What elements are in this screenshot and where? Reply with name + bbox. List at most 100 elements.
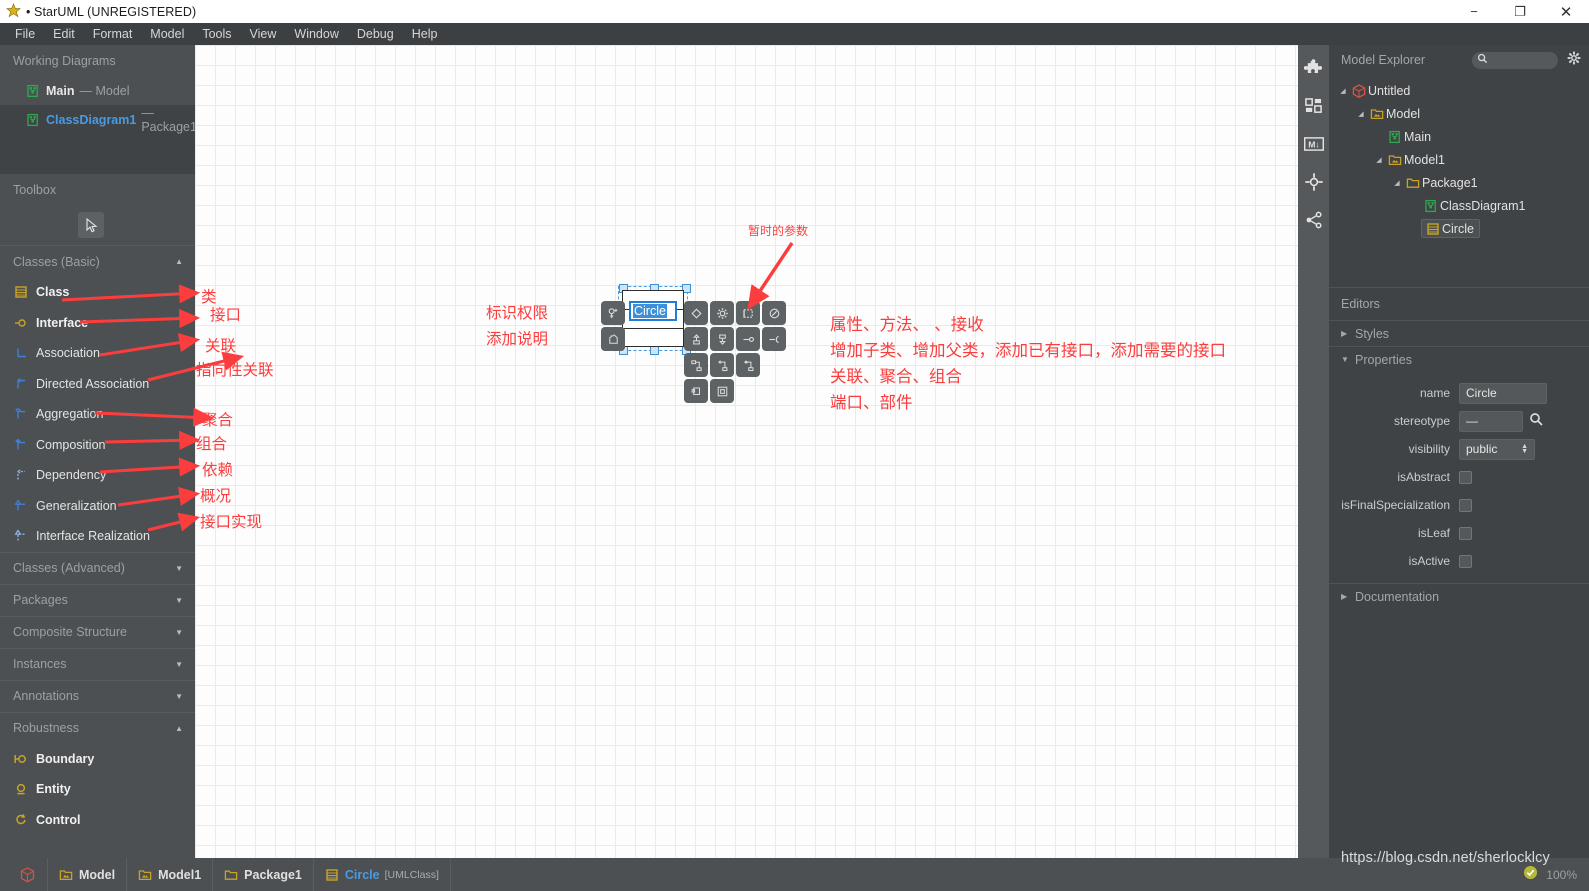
toolbox-group-annotations[interactable]: Annotations ▼ bbox=[0, 679, 195, 712]
menu-item-tools[interactable]: Tools bbox=[193, 23, 240, 45]
menu-item-file[interactable]: File bbox=[6, 23, 44, 45]
toolbox-item-label: Control bbox=[36, 812, 81, 827]
package-icon bbox=[224, 868, 238, 882]
layout-grid-icon[interactable] bbox=[1303, 95, 1325, 117]
toolbox-item-composition[interactable]: Composition bbox=[0, 430, 195, 461]
tree-node-main[interactable]: Main bbox=[1329, 125, 1589, 148]
part-icon[interactable] bbox=[710, 379, 734, 403]
tree-node-untitled[interactable]: ◢ Untitled bbox=[1329, 79, 1589, 102]
share-icon[interactable] bbox=[1303, 209, 1325, 231]
working-diagram-item-main[interactable]: Main — Model bbox=[0, 76, 195, 105]
gear-icon[interactable] bbox=[1567, 50, 1581, 70]
property-input-name[interactable]: Circle bbox=[1459, 382, 1547, 404]
tree-expand-caret[interactable]: ◢ bbox=[1391, 179, 1403, 187]
tree-expand-caret[interactable]: ◢ bbox=[1373, 156, 1385, 164]
target-icon[interactable] bbox=[1303, 171, 1325, 193]
aggregation-icon[interactable] bbox=[710, 353, 734, 377]
property-checkbox-isLeaf[interactable] bbox=[1459, 526, 1472, 540]
status-item-model1[interactable]: Model1 bbox=[127, 858, 214, 891]
toolbox-item-interface[interactable]: Interface bbox=[0, 308, 195, 339]
copy-style-icon[interactable] bbox=[762, 301, 786, 325]
status-item-package1[interactable]: Package1 bbox=[213, 858, 314, 891]
menu-item-help[interactable]: Help bbox=[403, 23, 447, 45]
property-checkbox-isFinalSpecialization[interactable] bbox=[1459, 498, 1472, 512]
subclass-icon[interactable] bbox=[684, 327, 708, 351]
toolbox-group-instances[interactable]: Instances ▼ bbox=[0, 647, 195, 680]
property-checkbox-isActive[interactable] bbox=[1459, 554, 1472, 568]
toolbox-item-entity[interactable]: Entity bbox=[0, 774, 195, 805]
toolbox-item-label: Generalization bbox=[36, 498, 117, 513]
required-interface-icon[interactable] bbox=[762, 327, 786, 351]
toolbox-group-classes-advanced-[interactable]: Classes (Advanced) ▼ bbox=[0, 551, 195, 584]
association-icon[interactable] bbox=[684, 353, 708, 377]
toolbox-item-boundary[interactable]: Boundary bbox=[0, 744, 195, 775]
menu-item-model[interactable]: Model bbox=[141, 23, 193, 45]
menu-item-format[interactable]: Format bbox=[84, 23, 142, 45]
markdown-icon[interactable]: M↓ bbox=[1303, 133, 1325, 155]
toolbox-item-control[interactable]: Control bbox=[0, 805, 195, 836]
add-attribute-icon[interactable] bbox=[601, 301, 625, 325]
menu-item-debug[interactable]: Debug bbox=[348, 23, 403, 45]
toolbox-item-aggregation[interactable]: Aggregation bbox=[0, 399, 195, 430]
window-title: • StarUML (UNREGISTERED) bbox=[26, 4, 197, 19]
menu-item-window[interactable]: Window bbox=[285, 23, 347, 45]
puzzle-icon[interactable] bbox=[1303, 57, 1325, 79]
toolbox-item-association[interactable]: Association bbox=[0, 338, 195, 369]
annotation-toolbox-6: 依赖 bbox=[202, 461, 234, 479]
provided-interface-icon[interactable] bbox=[736, 327, 760, 351]
toolbox-item-directed-association[interactable]: Directed Association bbox=[0, 369, 195, 400]
tree-node-model[interactable]: ◢ Model bbox=[1329, 102, 1589, 125]
tree-expand-caret[interactable]: ◢ bbox=[1337, 87, 1349, 95]
status-item-model[interactable]: Model bbox=[48, 858, 128, 891]
tree-node-classdiagram1[interactable]: ClassDiagram1 bbox=[1329, 194, 1589, 217]
tree-node-package1[interactable]: ◢ Package1 bbox=[1329, 171, 1589, 194]
property-select-visibility[interactable]: public ▲ ▼ bbox=[1459, 438, 1535, 460]
annotation-toolbox-3: 指向性关联 bbox=[196, 361, 274, 379]
toolbox-group-title: Instances bbox=[13, 657, 67, 671]
menu-item-view[interactable]: View bbox=[241, 23, 286, 45]
minimize-button[interactable]: − bbox=[1451, 0, 1497, 23]
diagram-canvas[interactable]: Circle bbox=[195, 45, 1298, 858]
working-diagram-parent: — Model bbox=[79, 83, 130, 98]
search-icon[interactable] bbox=[1529, 412, 1543, 431]
working-diagram-item-classdiagram1[interactable]: ClassDiagram1 — Package1 bbox=[0, 105, 195, 134]
status-item-circle[interactable]: Circle [UMLClass] bbox=[314, 858, 451, 891]
toolbox-item-class[interactable]: Class bbox=[0, 277, 195, 308]
toolbox-group-composite-structure[interactable]: Composite Structure ▼ bbox=[0, 615, 195, 648]
zoom-level: 100% bbox=[1546, 867, 1577, 882]
maximize-button[interactable]: ❐ bbox=[1497, 0, 1543, 23]
note-icon[interactable] bbox=[736, 301, 760, 325]
accordion-styles[interactable]: ▶ Styles bbox=[1329, 320, 1589, 346]
toolbox-group-classes-basic-[interactable]: Classes (Basic) ▲ bbox=[0, 245, 195, 277]
chevron-down-icon: ▼ bbox=[175, 595, 183, 605]
tree-node-circle[interactable]: Circle bbox=[1329, 217, 1589, 240]
class-name-input[interactable]: Circle bbox=[629, 301, 677, 321]
model-explorer-search[interactable] bbox=[1472, 51, 1558, 69]
title-bar: • StarUML (UNREGISTERED) − ❐ ✕ bbox=[0, 0, 1589, 23]
accordion-documentation[interactable]: ▶ Documentation bbox=[1329, 583, 1589, 609]
toolbox-item-generalization[interactable]: Generalization bbox=[0, 491, 195, 522]
superclass-icon[interactable] bbox=[710, 327, 734, 351]
tree-node-model1[interactable]: ◢ Model1 bbox=[1329, 148, 1589, 171]
property-checkbox-isAbstract[interactable] bbox=[1459, 470, 1472, 484]
model-tree: ◢ Untitled ◢ Model Main ◢ Model1 ◢ Package1 Class… bbox=[1329, 75, 1589, 240]
port-icon[interactable] bbox=[684, 379, 708, 403]
cursor-arrow-icon[interactable] bbox=[78, 212, 104, 238]
property-input-stereotype[interactable]: — bbox=[1459, 410, 1523, 432]
tree-node-label: Main bbox=[1404, 129, 1432, 144]
toolbox-item-dependency[interactable]: Dependency bbox=[0, 460, 195, 491]
toolbox-item-interface-realization[interactable]: Interface Realization bbox=[0, 521, 195, 552]
property-label: stereotype bbox=[1393, 414, 1450, 428]
composition-icon[interactable] bbox=[736, 353, 760, 377]
staruml-window: • StarUML (UNREGISTERED) − ❐ ✕ File Edit F… bbox=[0, 0, 1589, 891]
toolbox-group-packages[interactable]: Packages ▼ bbox=[0, 583, 195, 616]
menu-item-edit[interactable]: Edit bbox=[44, 23, 84, 45]
gear-icon[interactable] bbox=[710, 301, 734, 325]
tag-icon[interactable] bbox=[684, 301, 708, 325]
tree-node-content: Package1 bbox=[1403, 176, 1478, 190]
toolbox-group-robustness[interactable]: Robustness ▲ bbox=[0, 711, 195, 744]
accordion-properties[interactable]: ▼ Properties bbox=[1329, 346, 1589, 372]
add-operation-icon[interactable] bbox=[601, 327, 625, 351]
close-button[interactable]: ✕ bbox=[1543, 0, 1589, 23]
tree-expand-caret[interactable]: ◢ bbox=[1355, 110, 1367, 118]
